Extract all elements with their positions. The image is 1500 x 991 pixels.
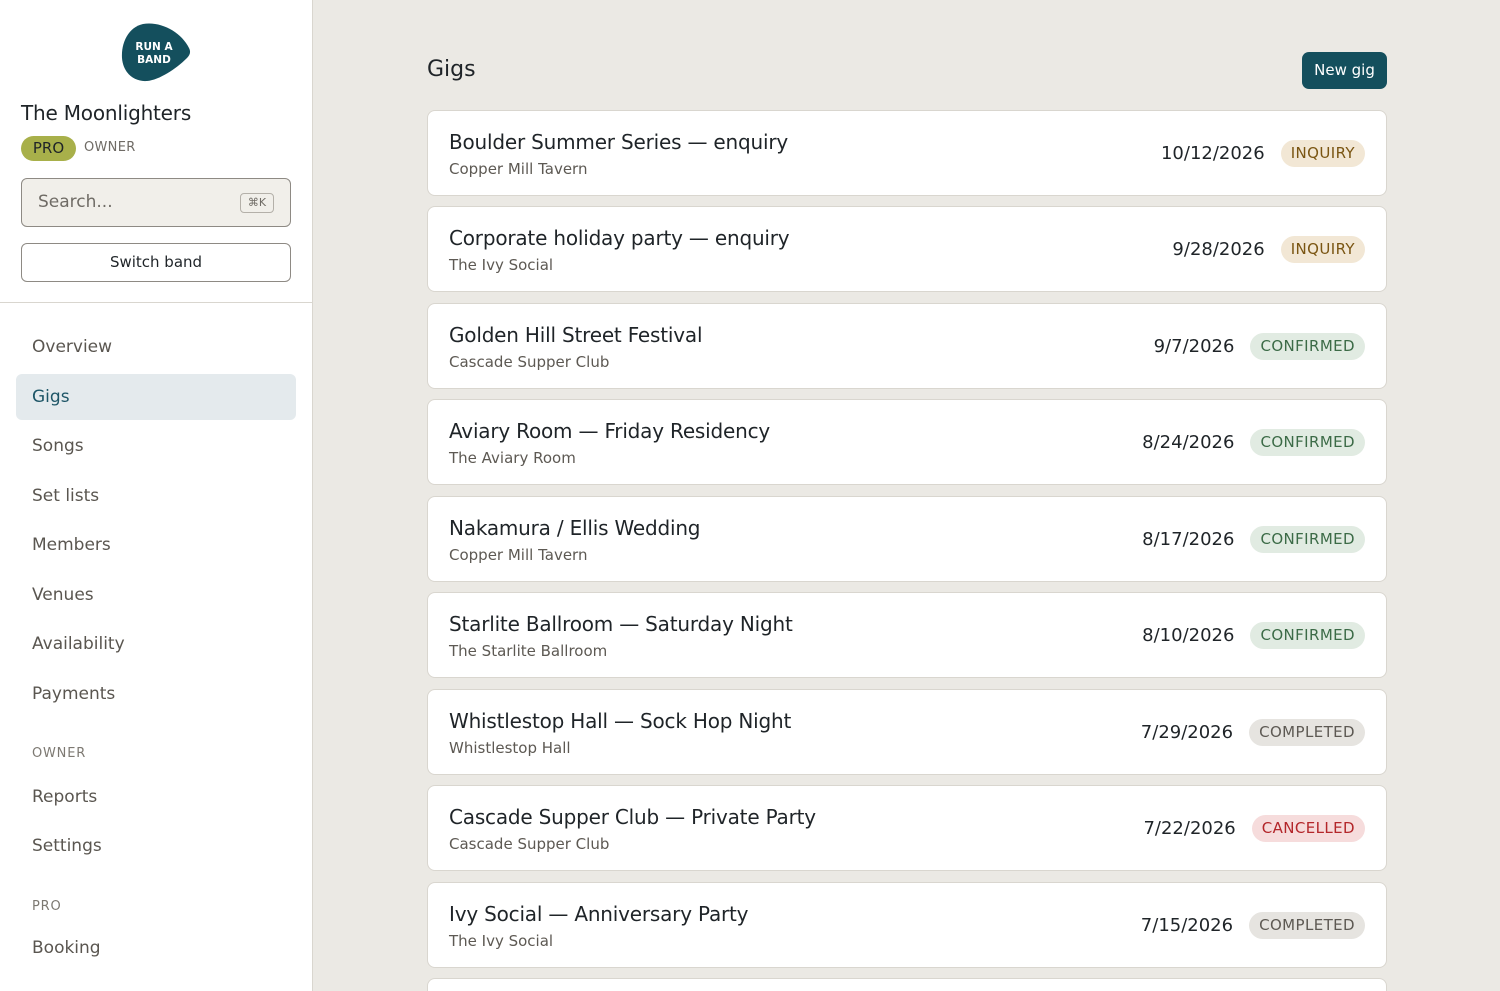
gig-title: Corporate holiday party — enquiry	[449, 226, 790, 250]
nav-item-availability[interactable]: Availability	[16, 621, 296, 667]
gig-date: 10/12/2026	[1160, 143, 1265, 164]
logo-pick-shape: RUN A BAND	[121, 23, 191, 82]
gig-card[interactable]: Golden Hill Street Festival Cascade Supp…	[427, 303, 1387, 389]
run-a-band-logo[interactable]: RUN A BAND	[121, 22, 191, 82]
nav-item-booking[interactable]: Booking	[16, 925, 296, 971]
logo-text-line1: RUN A	[135, 41, 173, 53]
nav-item-set-lists[interactable]: Set lists	[16, 473, 296, 519]
gig-venue: Cascade Supper Club	[449, 353, 610, 371]
gig-date: 9/28/2026	[1172, 239, 1265, 260]
status-badge: CONFIRMED	[1250, 622, 1365, 649]
gig-card[interactable]: Boulder Summer Series — enquiry Copper M…	[427, 110, 1387, 196]
gig-venue: The Aviary Room	[449, 449, 576, 467]
gig-title: Boulder Summer Series — enquiry	[449, 130, 788, 154]
sidebar-divider	[0, 302, 313, 303]
nav-item-reports[interactable]: Reports	[16, 774, 296, 820]
new-gig-button[interactable]: New gig	[1302, 52, 1387, 89]
nav-item-venues[interactable]: Venues	[16, 572, 296, 618]
nav-item-members[interactable]: Members	[16, 522, 296, 568]
gig-venue: Copper Mill Tavern	[449, 546, 588, 564]
gig-date: 8/17/2026	[1142, 529, 1235, 550]
status-badge: COMPLETED	[1249, 719, 1365, 746]
gig-title: Ivy Social — Anniversary Party	[449, 902, 749, 926]
gig-date: 7/22/2026	[1143, 818, 1236, 839]
gig-date: 8/10/2026	[1142, 625, 1235, 646]
gig-venue: The Starlite Ballroom	[449, 642, 608, 660]
gig-venue: Whistlestop Hall	[449, 739, 571, 757]
switch-band-button[interactable]: Switch band	[21, 243, 291, 282]
gig-title: Cascade Supper Club — Private Party	[449, 805, 816, 829]
status-badge: CANCELLED	[1251, 815, 1365, 842]
gig-card-partial[interactable]	[427, 978, 1387, 991]
nav-item-settings[interactable]: Settings	[16, 823, 296, 869]
gig-card[interactable]: Corporate holiday party — enquiry The Iv…	[427, 206, 1387, 292]
sidebar: RUN A BAND The Moonlighters PRO OWNER Se…	[0, 0, 313, 991]
gig-date: 8/24/2026	[1142, 432, 1235, 453]
status-badge: COMPLETED	[1249, 912, 1365, 939]
gig-card[interactable]: Cascade Supper Club — Private Party Casc…	[427, 785, 1387, 871]
gig-title: Aviary Room — Friday Residency	[449, 419, 771, 443]
nav-item-songs[interactable]: Songs	[16, 423, 296, 469]
search-input[interactable]: Search... ⌘K	[21, 178, 291, 227]
search-shortcut-badge: ⌘K	[240, 193, 274, 213]
section-label-pro: PRO	[32, 899, 62, 914]
gig-card[interactable]: Starlite Ballroom — Saturday Night The S…	[427, 592, 1387, 678]
gig-venue: The Ivy Social	[449, 932, 554, 950]
gig-card[interactable]: Nakamura / Ellis Wedding Copper Mill Tav…	[427, 496, 1387, 582]
gig-title: Whistlestop Hall — Sock Hop Night	[449, 709, 792, 733]
gig-card[interactable]: Whistlestop Hall — Sock Hop Night Whistl…	[427, 689, 1387, 775]
plan-badge: PRO	[21, 136, 76, 161]
gig-title: Golden Hill Street Festival	[449, 323, 703, 347]
nav-item-gigs[interactable]: Gigs	[16, 374, 296, 420]
status-badge: INQUIRY	[1280, 140, 1365, 167]
gig-venue: Cascade Supper Club	[449, 835, 610, 853]
gig-venue: Copper Mill Tavern	[449, 160, 588, 178]
status-badge: CONFIRMED	[1250, 429, 1365, 456]
gig-date: 7/15/2026	[1140, 915, 1234, 936]
status-badge: CONFIRMED	[1250, 333, 1365, 360]
gig-card[interactable]: Ivy Social — Anniversary Party The Ivy S…	[427, 882, 1387, 968]
gig-venue: The Ivy Social	[449, 256, 554, 274]
status-badge: INQUIRY	[1280, 236, 1365, 263]
gig-date: 7/29/2026	[1140, 722, 1234, 743]
band-name: The Moonlighters	[21, 101, 192, 125]
nav-item-overview[interactable]: Overview	[16, 324, 296, 370]
role-label: OWNER	[84, 140, 136, 155]
logo-text-line2: BAND	[137, 54, 171, 66]
status-badge: CONFIRMED	[1250, 526, 1365, 553]
gig-title: Starlite Ballroom — Saturday Night	[449, 612, 793, 636]
page-title: Gigs	[427, 57, 476, 82]
gig-date: 9/7/2026	[1153, 336, 1235, 357]
gig-card[interactable]: Aviary Room — Friday Residency The Aviar…	[427, 399, 1387, 485]
section-label-owner: OWNER	[32, 746, 87, 761]
nav-item-payments[interactable]: Payments	[16, 671, 296, 717]
gig-title: Nakamura / Ellis Wedding	[449, 516, 701, 540]
search-placeholder: Search...	[38, 192, 113, 212]
